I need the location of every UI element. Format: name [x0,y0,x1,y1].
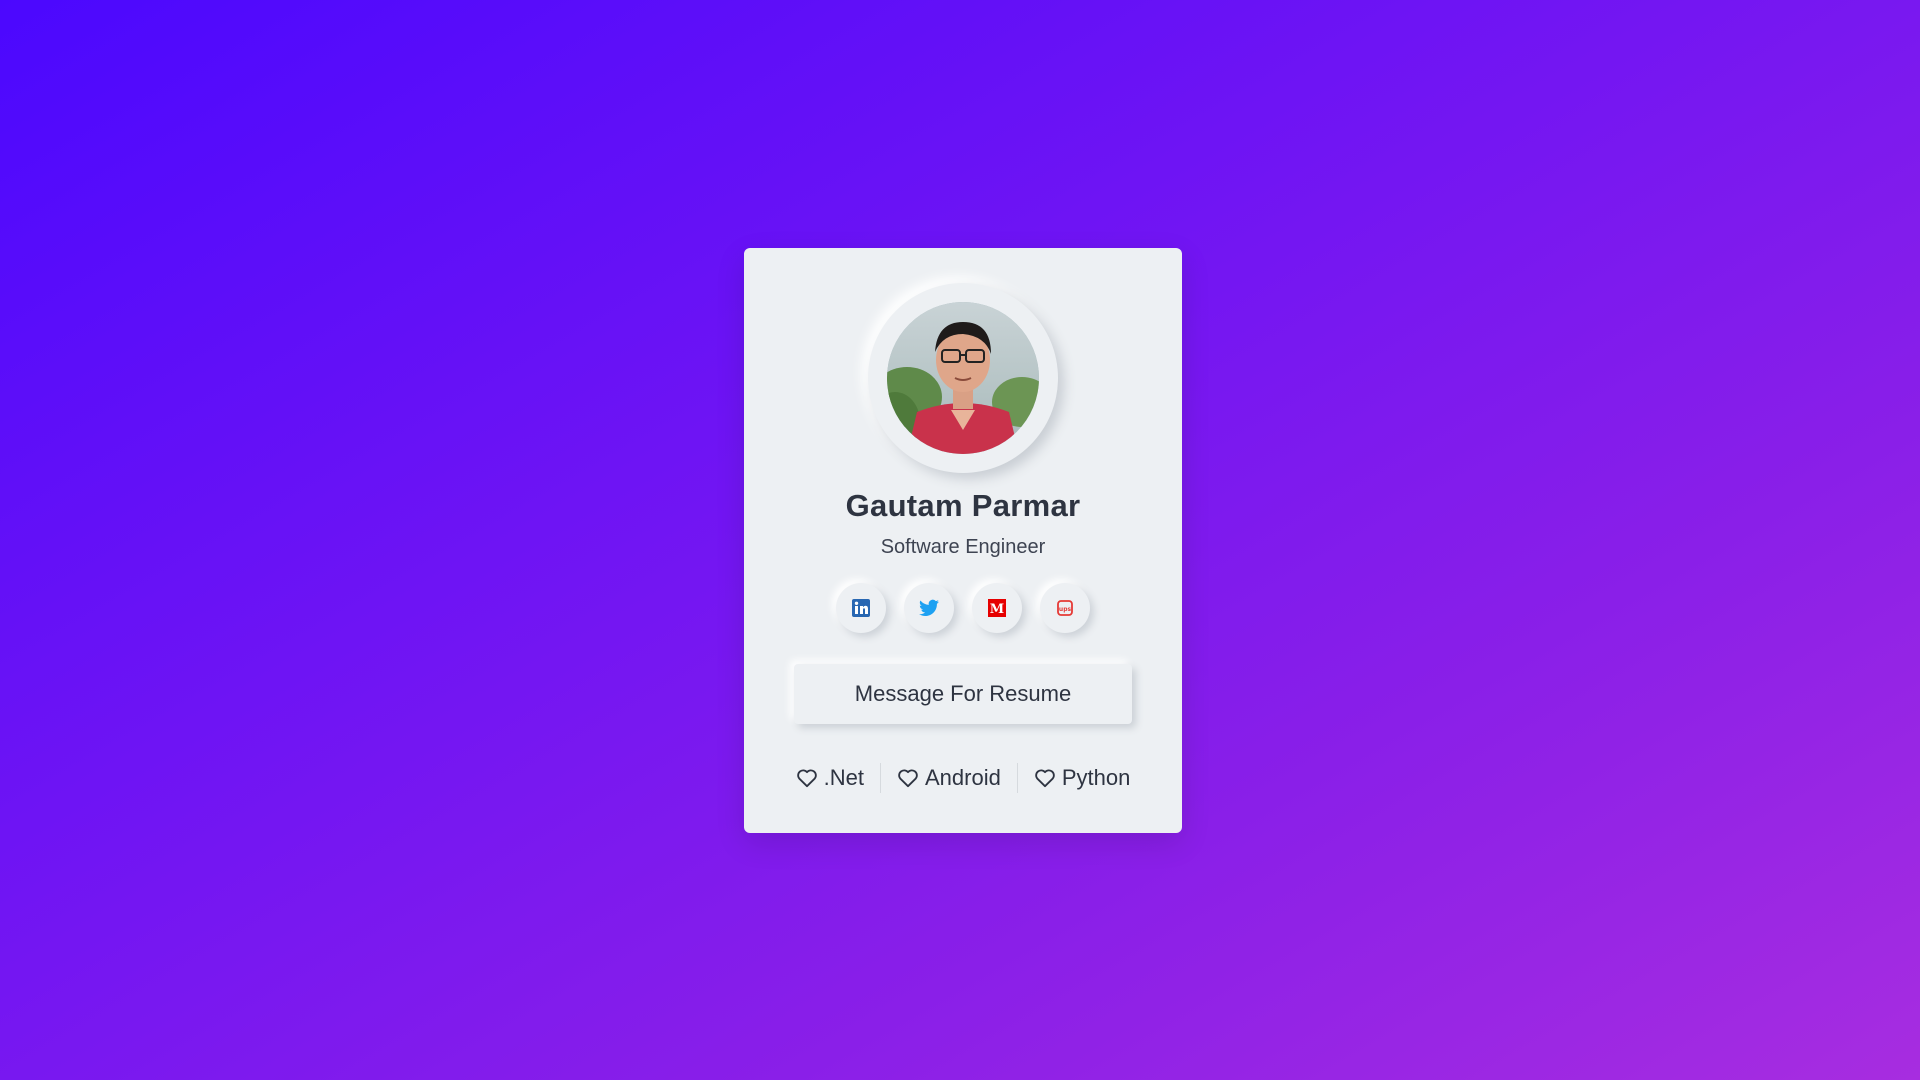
heart-icon [1035,769,1055,788]
skill-label: .Net [823,765,864,790]
skills-list: .Net Android Python [744,763,1182,793]
gmail-icon: M [988,599,1006,617]
heart-icon [796,769,817,788]
svg-text:M: M [990,602,1004,617]
profile-name: Gautam Parmar [845,488,1081,523]
skill-label: Python [1061,765,1131,790]
twitter-icon [919,599,939,616]
stack-icon: ups [1057,600,1073,616]
social-links: M ups [744,583,1182,633]
message-resume-button[interactable]: Message For Resume [794,664,1132,724]
skill-python: Python [1018,765,1147,791]
avatar [887,302,1039,454]
skill-label: Android [925,765,1001,790]
stack-button[interactable]: ups [1040,583,1090,633]
skill-dotnet: .Net [780,765,880,791]
svg-text:ups: ups [1059,606,1072,613]
avatar-ring [868,283,1058,473]
twitter-button[interactable] [904,583,954,633]
linkedin-button[interactable] [836,583,886,633]
profile-role: Software Engineer [880,536,1046,558]
gmail-button[interactable]: M [972,583,1022,633]
profile-card: Gautam Parmar Software Engineer M ups Me… [744,248,1182,833]
heart-icon [898,769,918,788]
skill-android: Android [881,765,1017,791]
linkedin-icon [852,599,870,617]
profile-photo [887,302,1039,454]
